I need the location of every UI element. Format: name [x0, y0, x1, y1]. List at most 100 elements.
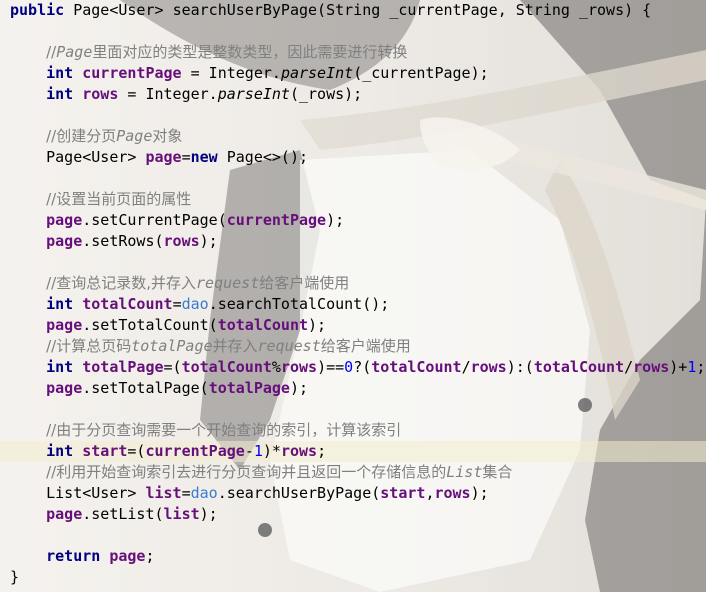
code-line-comment[interactable]: //Page里面对应的类型是整数类型，因此需要进行转换: [0, 42, 706, 63]
code-text: ;: [145, 547, 155, 565]
code-text: %: [271, 358, 281, 376]
code-line-method-signature[interactable]: public Page<User> searchUserByPage(Strin…: [0, 0, 706, 21]
code-line-blank[interactable]: [0, 399, 706, 420]
code-text: ;: [696, 358, 706, 376]
code-text: .searchUserByPage(: [217, 484, 381, 502]
keyword-int: int: [46, 64, 74, 82]
code-text: )*: [262, 442, 281, 460]
variable-rows: rows: [82, 85, 119, 103]
code-line-blank[interactable]: [0, 252, 706, 273]
comment-part: request: [196, 274, 260, 292]
return-type: Page<User>: [73, 1, 164, 19]
code-line-comment[interactable]: //利用开始查询索引去进行分页查询并且返回一个存储信息的List集合: [0, 462, 706, 483]
code-text: );: [308, 316, 327, 334]
code-line-statement[interactable]: int totalPage=(totalCount%rows)==0?(tota…: [0, 357, 706, 378]
closing-brace: }: [10, 568, 20, 586]
code-line-statement[interactable]: page.setRows(rows);: [0, 231, 706, 252]
type-name: Page<User>: [46, 148, 137, 166]
comment-part: //: [46, 43, 57, 61]
keyword-int: int: [46, 85, 74, 103]
comment-part: 给客户端使用: [259, 274, 350, 292]
code-text: );: [470, 484, 489, 502]
variable-page: page: [145, 148, 182, 166]
separator: ,: [497, 1, 516, 19]
code-text: (_rows);: [289, 85, 363, 103]
keyword-int: int: [46, 358, 74, 376]
code-line-comment[interactable]: //由于分页查询需要一个开始查询的索引，计算该索引: [0, 420, 706, 441]
code-editor[interactable]: public Page<User> searchUserByPage(Strin…: [0, 0, 706, 592]
code-line-statement[interactable]: Page<User> page=new Page<>();: [0, 147, 706, 168]
code-line-statement[interactable]: List<User> list=dao.searchUserByPage(sta…: [0, 483, 706, 504]
code-text: =: [181, 484, 191, 502]
code-line-statement[interactable]: int totalCount=dao.searchTotalCount();: [0, 294, 706, 315]
code-text: =: [172, 295, 182, 313]
type-name: List<User>: [46, 484, 137, 502]
code-line-comment[interactable]: //设置当前页面的属性: [0, 189, 706, 210]
comment-part: 对象: [152, 127, 183, 145]
code-line-comment[interactable]: //查询总记录数,并存入request给客户端使用: [0, 273, 706, 294]
code-line-statement[interactable]: int currentPage = Integer.parseInt(_curr…: [0, 63, 706, 84]
code-line-statement[interactable]: int rows = Integer.parseInt(_rows);: [0, 84, 706, 105]
variable-totalCount: totalCount: [371, 358, 462, 376]
code-text: -: [244, 442, 254, 460]
code-text: =(: [127, 442, 146, 460]
variable-rows: rows: [280, 442, 318, 460]
code-text: .setRows(: [82, 232, 164, 250]
field-dao: dao: [190, 484, 218, 502]
variable-rows: rows: [163, 232, 200, 250]
code-text: );: [199, 505, 218, 523]
code-line-blank[interactable]: [0, 525, 706, 546]
code-text: =: [181, 148, 191, 166]
code-text: )+: [669, 358, 688, 376]
static-method: parseInt: [217, 85, 290, 103]
variable-start: start: [380, 484, 426, 502]
code-line-return[interactable]: return page;: [0, 546, 706, 567]
code-text: );: [289, 379, 309, 397]
variable-page: page: [46, 316, 83, 334]
comment-part: Page: [56, 43, 93, 61]
code-text: (_currentPage);: [353, 64, 489, 82]
code-line-statement[interactable]: page.setTotalCount(totalCount);: [0, 315, 706, 336]
variable-totalPage: totalPage: [208, 379, 290, 397]
comment: //查询总记录数,并存入request给客户端使用: [46, 274, 349, 292]
comment: //由于分页查询需要一个开始查询的索引，计算该索引: [46, 421, 402, 439]
variable-rows: rows: [633, 358, 670, 376]
code-line-statement[interactable]: page.setList(list);: [0, 504, 706, 525]
method-name: searchUserByPage(: [172, 1, 327, 19]
code-line-comment[interactable]: //创建分页Page对象: [0, 126, 706, 147]
param-name: _rows: [578, 1, 625, 19]
code-line-blank[interactable]: [0, 21, 706, 42]
comment-part: List: [446, 463, 483, 481]
code-text: );: [326, 211, 345, 229]
comment-part: Page: [116, 127, 153, 145]
code-line-closing-brace[interactable]: }: [0, 567, 706, 588]
variable-rows: rows: [434, 484, 471, 502]
keyword-int: int: [46, 442, 74, 460]
code-text: .setCurrentPage(: [82, 211, 227, 229]
field-dao: dao: [181, 295, 209, 313]
comment-part: 集合: [482, 463, 513, 481]
code-text: ;: [317, 442, 327, 460]
variable-totalCount: totalCount: [533, 358, 625, 376]
variable-list: list: [163, 505, 200, 523]
comment-part: totalPage: [131, 337, 213, 355]
variable-totalCount: totalCount: [217, 316, 309, 334]
static-method: parseInt: [280, 64, 354, 82]
param-type: String: [515, 1, 570, 19]
code-text: .setTotalCount(: [82, 316, 218, 334]
variable-page: page: [46, 505, 83, 523]
comment-part: //创建分页: [46, 127, 117, 145]
code-line-statement[interactable]: page.setTotalPage(totalPage);: [0, 378, 706, 399]
code-text: = Integer.: [181, 64, 281, 82]
variable-rows: rows: [280, 358, 318, 376]
code-line-statement[interactable]: page.setCurrentPage(currentPage);: [0, 210, 706, 231]
code-line-blank[interactable]: [0, 168, 706, 189]
code-line-blank[interactable]: [0, 105, 706, 126]
code-text: /: [461, 358, 471, 376]
param-name: _currentPage: [389, 1, 498, 19]
code-line-comment[interactable]: //计算总页码totalPage并存入request给客户端使用: [0, 336, 706, 357]
number-literal: 0: [344, 358, 354, 376]
signature-tail: ) {: [624, 1, 652, 19]
code-line-current[interactable]: int start=(currentPage-1)*rows;: [0, 441, 706, 462]
code-area[interactable]: public Page<User> searchUserByPage(Strin…: [0, 0, 706, 588]
